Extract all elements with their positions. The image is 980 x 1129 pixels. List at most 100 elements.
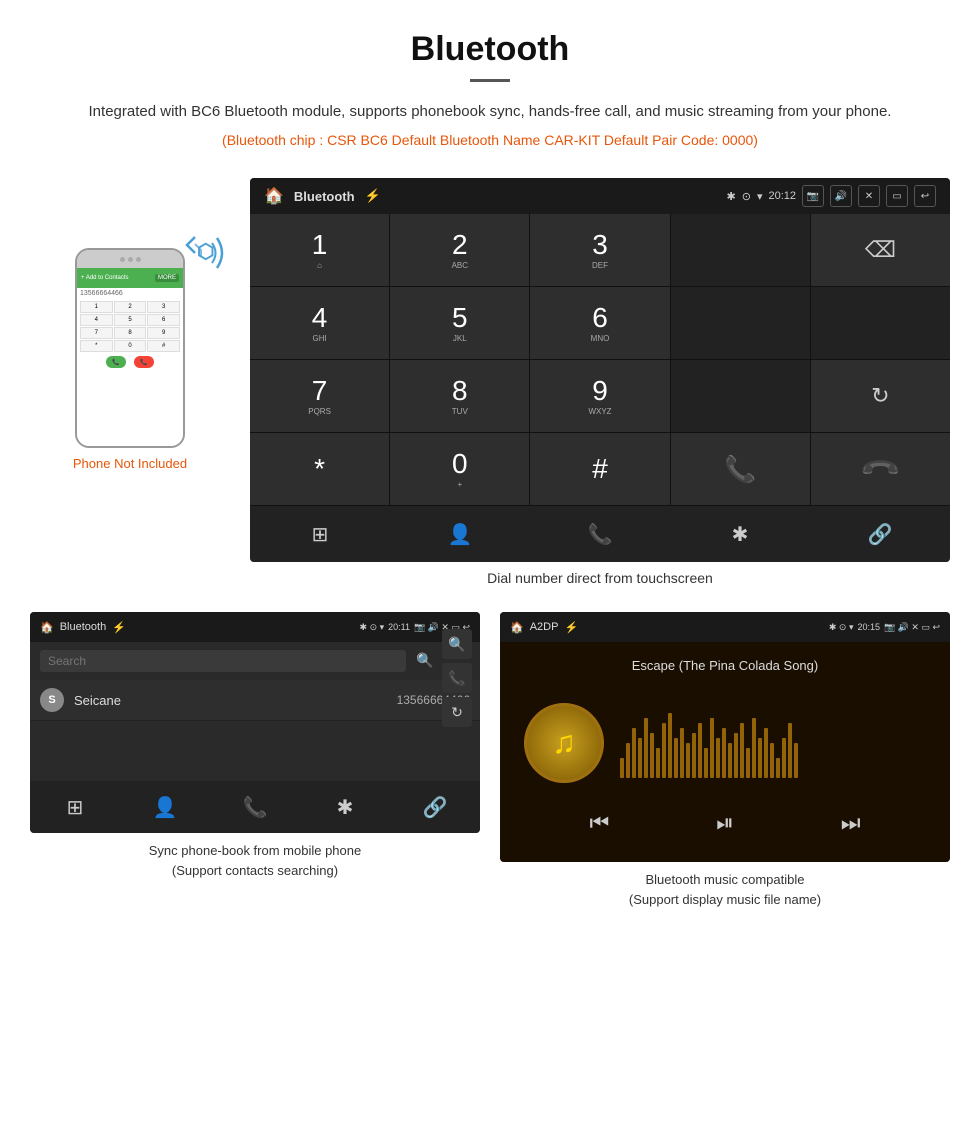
visualizer-bar — [776, 758, 780, 778]
page-specs: (Bluetooth chip : CSR BC6 Default Blueto… — [60, 132, 920, 148]
dialpad-call-red[interactable]: 📞 — [811, 433, 950, 505]
contact-name: Seicane — [74, 693, 397, 708]
car-status-bar: 🏠 Bluetooth ⚡ ✱ ⊙ ▾ 20:12 📷 🔊 ✕ ▭ ↩ — [250, 178, 950, 214]
next-track-button[interactable]: ⏭ — [841, 810, 861, 836]
back-icon-btn[interactable]: ↩ — [914, 185, 936, 207]
music-status-left: 🏠 A2DP ⚡ — [510, 621, 578, 634]
page-title: Bluetooth — [60, 30, 920, 69]
nav-link[interactable]: 🔗 — [855, 516, 905, 552]
visualizer-bar — [674, 738, 678, 778]
car-nav-bar: ⊞ 👤 📞 ✱ 🔗 — [250, 505, 950, 562]
music-visualizer — [620, 708, 926, 778]
phonebook-usb-icon: ⚡ — [112, 621, 126, 634]
dialpad-key-hash[interactable]: # — [530, 433, 669, 505]
nav-contacts[interactable]: 👤 — [435, 516, 485, 552]
car-status-left: 🏠 Bluetooth ⚡ — [264, 186, 381, 206]
music-note-icon: ♫ — [552, 724, 576, 761]
phonebook-nav-link[interactable]: 🔗 — [410, 789, 460, 825]
phone-container: ⬡ + Add to Contacts MORE — [30, 178, 230, 471]
visualizer-bar — [686, 743, 690, 778]
phonebook-home-icon[interactable]: 🏠 — [40, 621, 54, 634]
music-caption: Bluetooth music compatible(Support displ… — [500, 870, 950, 909]
music-screenshot-block: 🏠 A2DP ⚡ ✱ ⊙ ▾ 20:15 📷 🔊 ✕ ▭ ↩ Escape (T… — [500, 612, 950, 909]
dialpad-key-2[interactable]: 2ABC — [390, 214, 529, 286]
visualizer-bar — [632, 728, 636, 778]
side-refresh-icon[interactable]: ↻ — [442, 697, 472, 727]
search-icon[interactable]: 🔍 — [416, 652, 433, 668]
window-icon-btn[interactable]: ▭ — [886, 185, 908, 207]
music-home-icon[interactable]: 🏠 — [510, 621, 524, 634]
title-divider — [470, 79, 510, 82]
contact-avatar: S — [40, 688, 64, 712]
location-icon: ⊙ — [742, 190, 751, 203]
visualizer-bar — [650, 733, 654, 778]
dialpad-key-9[interactable]: 9WXYZ — [530, 360, 669, 432]
dialpad-key-star[interactable]: * — [250, 433, 389, 505]
visualizer-bar — [698, 723, 702, 778]
dialpad-empty-1 — [671, 214, 810, 286]
phonebook-nav-bluetooth[interactable]: ✱ — [320, 789, 370, 825]
dialpad-key-6[interactable]: 6MNO — [530, 287, 669, 359]
page-description: Integrated with BC6 Bluetooth module, su… — [60, 100, 920, 124]
car-status-right: ✱ ⊙ ▾ 20:12 📷 🔊 ✕ ▭ ↩ — [727, 185, 937, 207]
phonebook-screenshot-block: 🏠 Bluetooth ⚡ ✱ ⊙ ▾ 20:11 📷 🔊 ✕ ▭ ↩ 🔍 S … — [30, 612, 480, 909]
side-phone-icon[interactable]: 📞 — [442, 663, 472, 693]
dialpad-key-4[interactable]: 4GHI — [250, 287, 389, 359]
dialpad-key-1[interactable]: 1⌂ — [250, 214, 389, 286]
car-screen-container: 🏠 Bluetooth ⚡ ✱ ⊙ ▾ 20:12 📷 🔊 ✕ ▭ ↩ — [250, 178, 950, 602]
nav-dialpad[interactable]: ⊞ — [295, 516, 345, 552]
main-content: ⬡ + Add to Contacts MORE — [0, 178, 980, 602]
phonebook-nav-dialpad[interactable]: ⊞ — [50, 789, 100, 825]
close-icon-btn[interactable]: ✕ — [858, 185, 880, 207]
dialpad-grid: 1⌂ 2ABC 3DEF ⌫ 4GHI 5JKL — [250, 214, 950, 505]
phonebook-contact-row[interactable]: S Seicane 13566664466 — [30, 680, 480, 721]
visualizer-bar — [626, 743, 630, 778]
dialpad-call-green[interactable]: 📞 — [671, 433, 810, 505]
visualizer-bar — [680, 728, 684, 778]
bluetooth-status-icon: ✱ — [727, 190, 736, 203]
dialpad-key-8[interactable]: 8TUV — [390, 360, 529, 432]
nav-phone[interactable]: 📞 — [575, 516, 625, 552]
camera-icon-btn[interactable]: 📷 — [802, 185, 824, 207]
wifi-icon: ▾ — [757, 190, 763, 203]
phone-body: + Add to Contacts MORE 13566664466 1 2 3… — [75, 248, 185, 448]
bottom-screenshots: 🏠 Bluetooth ⚡ ✱ ⊙ ▾ 20:11 📷 🔊 ✕ ▭ ↩ 🔍 S … — [0, 612, 980, 909]
dialpad-key-5[interactable]: 5JKL — [390, 287, 529, 359]
volume-icon-btn[interactable]: 🔊 — [830, 185, 852, 207]
home-icon[interactable]: 🏠 — [264, 186, 284, 206]
dialpad-refresh[interactable]: ↻ — [811, 360, 950, 432]
visualizer-bar — [716, 738, 720, 778]
phonebook-nav-contacts[interactable]: 👤 — [140, 789, 190, 825]
prev-track-button[interactable]: ⏮ — [589, 810, 609, 836]
music-album-art: ♫ — [524, 703, 604, 783]
music-album-area: ♫ — [516, 703, 934, 783]
music-song-title: Escape (The Pina Colada Song) — [632, 658, 818, 673]
dialpad-empty-3 — [811, 287, 950, 359]
music-status-bar: 🏠 A2DP ⚡ ✱ ⊙ ▾ 20:15 📷 🔊 ✕ ▭ ↩ — [500, 612, 950, 642]
nav-bluetooth[interactable]: ✱ — [715, 516, 765, 552]
visualizer-bar — [728, 743, 732, 778]
visualizer-bar — [722, 728, 726, 778]
visualizer-bar — [746, 748, 750, 778]
phonebook-status-left: 🏠 Bluetooth ⚡ — [40, 621, 126, 634]
visualizer-bar — [782, 738, 786, 778]
dialpad-backspace[interactable]: ⌫ — [811, 214, 950, 286]
side-search-icon[interactable]: 🔍 — [442, 629, 472, 659]
music-controls: ⏮ ⏯ ⏭ — [516, 800, 934, 846]
dial-caption: Dial number direct from touchscreen — [250, 570, 950, 586]
phonebook-nav-phone[interactable]: 📞 — [230, 789, 280, 825]
phonebook-screen: 🏠 Bluetooth ⚡ ✱ ⊙ ▾ 20:11 📷 🔊 ✕ ▭ ↩ 🔍 S … — [30, 612, 480, 833]
dialpad-key-0[interactable]: 0+ — [390, 433, 529, 505]
visualizer-bar — [752, 718, 756, 778]
dialpad-key-7[interactable]: 7PQRS — [250, 360, 389, 432]
phonebook-caption: Sync phone-book from mobile phone(Suppor… — [30, 841, 480, 880]
visualizer-bar — [704, 748, 708, 778]
play-pause-button[interactable]: ⏯ — [716, 810, 734, 836]
dialpad-key-3[interactable]: 3DEF — [530, 214, 669, 286]
visualizer-bar — [794, 743, 798, 778]
visualizer-bar — [710, 718, 714, 778]
phonebook-status-bar: 🏠 Bluetooth ⚡ ✱ ⊙ ▾ 20:11 📷 🔊 ✕ ▭ ↩ — [30, 612, 480, 642]
phone-screen-content: 13566664466 1 2 3 4 5 6 7 8 9 * 0 — [77, 288, 183, 370]
phonebook-search-input[interactable] — [40, 650, 406, 672]
phone-top-bar — [77, 250, 183, 268]
